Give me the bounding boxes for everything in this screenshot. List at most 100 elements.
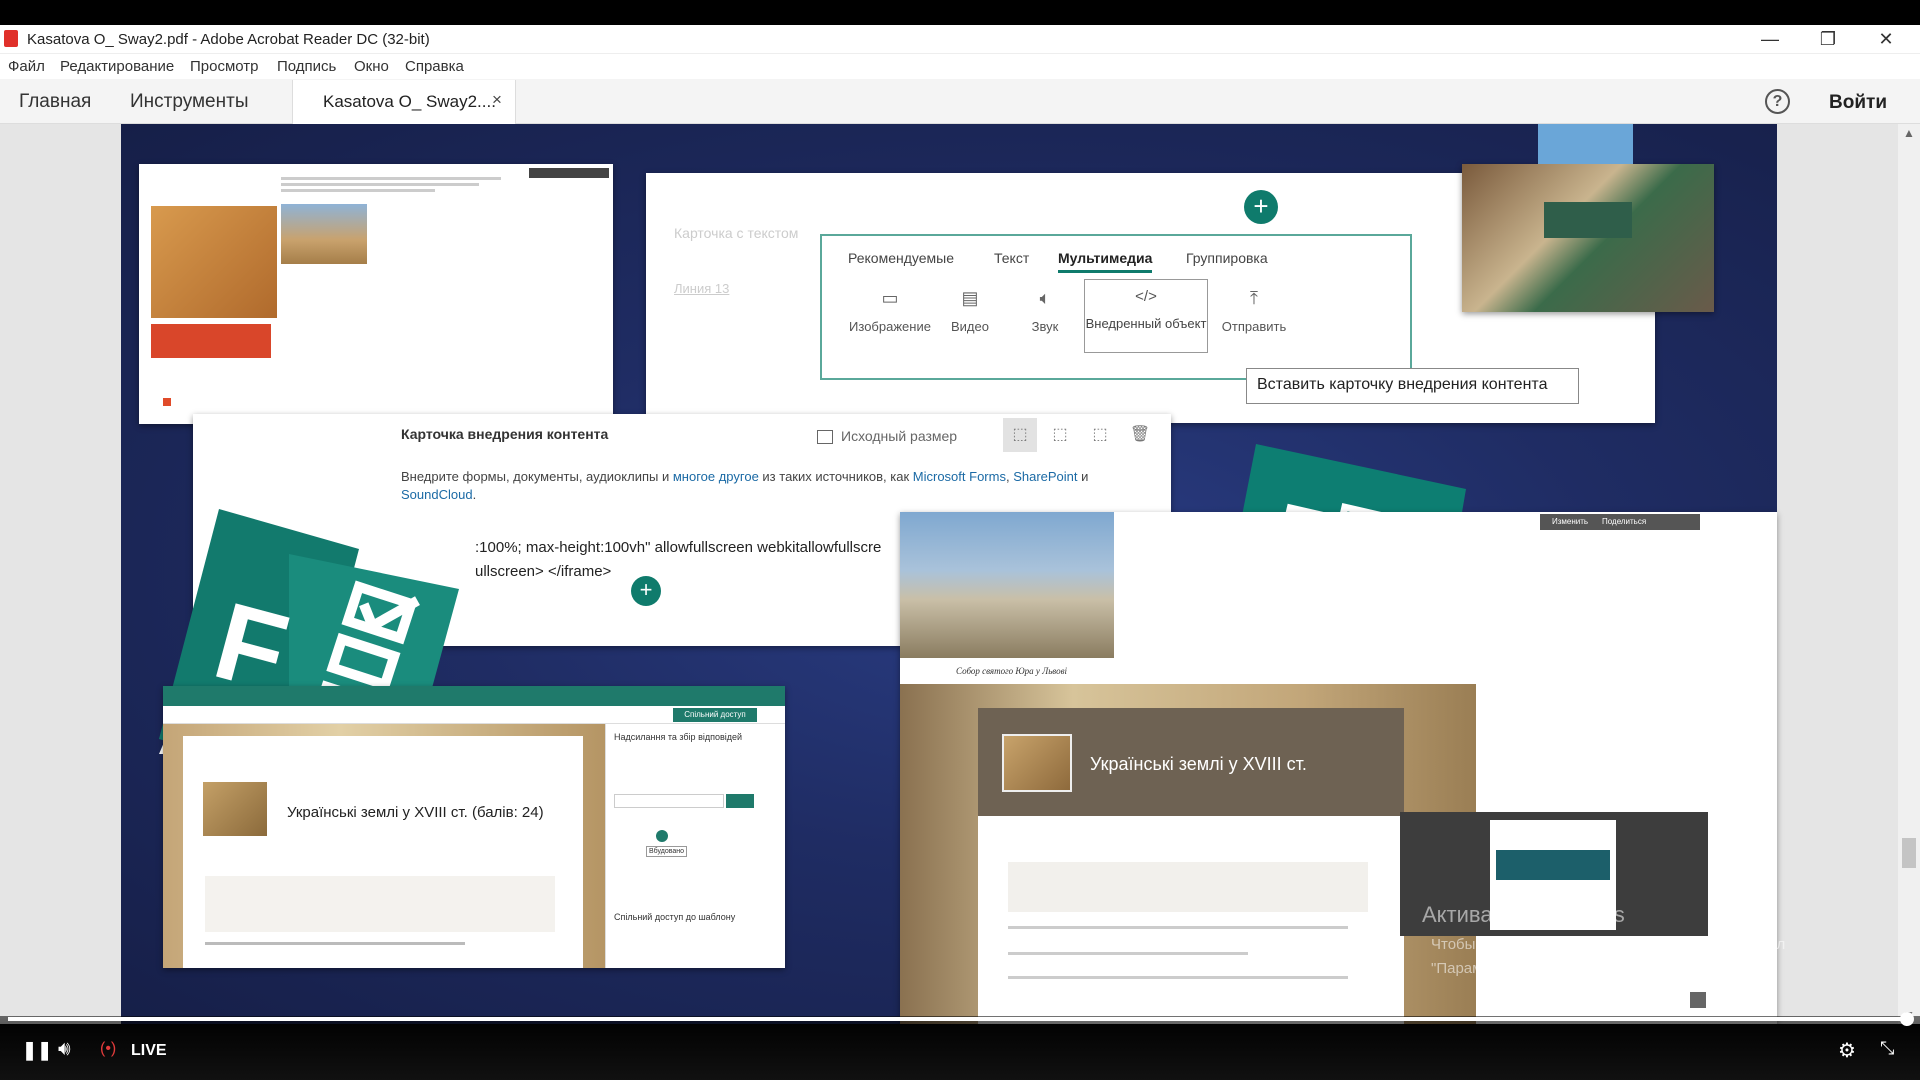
help-icon[interactable]: ? bbox=[1765, 89, 1790, 114]
desc-text-2: из таких источников, как bbox=[758, 469, 913, 484]
close-window-button[interactable]: ✕ bbox=[1858, 25, 1914, 54]
window-titlebar: Kasatova O_ Sway2.pdf - Adobe Acrobat Re… bbox=[0, 25, 1920, 54]
forms-heading-text: Українські землі у XVIII ст. bbox=[287, 804, 468, 821]
pyramids-image bbox=[281, 204, 367, 264]
pause-icon[interactable]: ❚❚ bbox=[22, 1040, 52, 1061]
menu-sign[interactable]: Подпись bbox=[277, 58, 336, 75]
forms-send-panel: Надсилання та збір відповідей Вбудовано … bbox=[605, 724, 785, 968]
insert-video-label: Видео bbox=[951, 319, 989, 334]
pdf-icon bbox=[4, 30, 18, 47]
answer-line-3 bbox=[1008, 976, 1348, 979]
minimize-button[interactable]: — bbox=[1742, 25, 1798, 54]
insert-upload-label: Отправить bbox=[1221, 319, 1287, 334]
tab-multimedia[interactable]: Мультимедиа bbox=[1058, 250, 1153, 273]
answer-line bbox=[205, 942, 465, 945]
close-tab-icon[interactable]: × bbox=[492, 90, 502, 110]
fit-icon[interactable]: ⬚ bbox=[1003, 418, 1037, 452]
copy-button[interactable] bbox=[726, 794, 754, 808]
scrollbar-thumb[interactable] bbox=[1902, 838, 1916, 868]
red-marker bbox=[163, 398, 171, 406]
cathedral-caption: Собор святого Юра у Львові bbox=[956, 666, 1068, 676]
tab-document[interactable]: Kasatova O_ Sway2.... × bbox=[292, 80, 516, 124]
login-button[interactable]: Войти bbox=[1829, 92, 1887, 114]
forms-heading: Українські землі у XVIII ст. (балів: 24) bbox=[287, 802, 577, 824]
forms-toolbar: Спільний доступ bbox=[163, 706, 785, 724]
insert-menu-box: Рекомендуемые Текст Мультимедиа Группиро… bbox=[820, 234, 1412, 380]
tooltip: Вставить карточку внедрения контента bbox=[1246, 368, 1579, 404]
window-title: Kasatova O_ Sway2.pdf - Adobe Acrobat Re… bbox=[27, 31, 430, 48]
video-control-bar bbox=[0, 1016, 1920, 1080]
classroom-photo bbox=[1462, 164, 1714, 312]
insert-video-button[interactable]: ▤ Видео bbox=[940, 288, 1000, 348]
original-size-button[interactable]: Исходный размер bbox=[817, 422, 989, 450]
top-black-strip bbox=[0, 0, 1920, 25]
insert-embed-button[interactable]: </> Внедренный объект bbox=[1084, 279, 1208, 353]
sway-title-banner: Українські землі у XVIII ст. bbox=[978, 708, 1404, 816]
embed-label: Вбудовано bbox=[646, 846, 688, 857]
trash-icon[interactable]: 🗑︎ bbox=[1125, 418, 1155, 452]
sharepoint-link[interactable]: SharePoint bbox=[1013, 469, 1077, 484]
exit-fullscreen-icon[interactable]: ⤡ bbox=[1880, 1038, 1894, 1059]
desc-and: и bbox=[1077, 469, 1089, 484]
answer-line-2 bbox=[1008, 952, 1248, 955]
document-tab-label: Kasatova O_ Sway2.... bbox=[323, 92, 496, 111]
tab-tools[interactable]: Инструменты bbox=[130, 91, 248, 113]
crop-icon[interactable]: ⬚ bbox=[1085, 418, 1115, 452]
settings-icon[interactable]: ⚙︎ bbox=[1838, 1038, 1856, 1063]
sway-egypt-card bbox=[139, 164, 613, 424]
egypt-fresco-image bbox=[151, 206, 277, 318]
tab-text[interactable]: Текст bbox=[994, 250, 1029, 266]
insert-sound-button[interactable]: 🔈︎ Звук bbox=[1020, 288, 1070, 348]
edit-button[interactable]: Изменить bbox=[1552, 517, 1588, 526]
scroll-up-icon[interactable]: ▲ bbox=[1903, 126, 1915, 140]
activation-watermark-line2: "Параметры". bbox=[1431, 960, 1526, 977]
code-line-1: :100%; max-height:100vh" allowfullscreen… bbox=[475, 539, 882, 556]
embed-code-icon[interactable] bbox=[656, 830, 668, 842]
menu-edit[interactable]: Редактирование bbox=[60, 58, 174, 75]
forms-question-panel: Українські землі у XVIII ст. (балів: 24) bbox=[183, 736, 583, 968]
sway-nav-icon[interactable] bbox=[1690, 992, 1706, 1008]
menu-window[interactable]: Окно bbox=[354, 58, 389, 75]
volume-icon[interactable]: 🔊︎ bbox=[58, 1038, 71, 1061]
blurred-card-sub: Линия 13 bbox=[674, 281, 730, 296]
forms-link[interactable]: Microsoft Forms bbox=[913, 469, 1006, 484]
tab-home[interactable]: Главная bbox=[19, 91, 91, 113]
more-link[interactable]: многое другое bbox=[673, 469, 759, 484]
fill-icon[interactable]: ⬚ bbox=[1045, 418, 1075, 452]
share-template-title: Спільний доступ до шаблону bbox=[614, 912, 736, 922]
soundcloud-link[interactable]: SoundCloud bbox=[401, 487, 473, 502]
desc-text: Внедрите формы, документы, аудиоклипы и bbox=[401, 469, 673, 484]
image-icon: ▭ bbox=[881, 288, 899, 308]
progress-knob[interactable] bbox=[1900, 1012, 1914, 1026]
vertical-scrollbar[interactable]: ▲ ▼ bbox=[1898, 124, 1920, 1024]
tab-recommended[interactable]: Рекомендуемые bbox=[848, 250, 954, 266]
insert-sound-label: Звук bbox=[1031, 319, 1059, 334]
insert-image-button[interactable]: ▭ Изображение bbox=[842, 288, 938, 348]
sway-toolbar: Изменить Поделиться bbox=[1540, 514, 1700, 530]
blurred-card-title: Карточка с текстом bbox=[674, 225, 799, 241]
menu-view[interactable]: Просмотр bbox=[190, 58, 259, 75]
embed-code-box[interactable]: :100%; max-height:100vh" allowfullscreen… bbox=[475, 536, 895, 584]
plus-icon[interactable]: + bbox=[1244, 190, 1278, 224]
embed-card-title: Карточка внедрения контента bbox=[401, 426, 609, 442]
insert-embed-label: Внедренный объект bbox=[1085, 316, 1207, 331]
forms-header bbox=[163, 686, 785, 706]
progress-bar[interactable] bbox=[8, 1012, 1914, 1026]
tab-grouping[interactable]: Группировка bbox=[1186, 250, 1268, 266]
restore-button[interactable]: ❐ bbox=[1800, 25, 1856, 54]
cathedral-photo bbox=[900, 512, 1114, 658]
sound-icon: 🔈︎ bbox=[1039, 288, 1051, 308]
share-button[interactable]: Спільний доступ bbox=[673, 708, 757, 722]
share-button[interactable]: Поделиться bbox=[1602, 517, 1646, 526]
forms-screenshot-card: Спільний доступ Українські землі у XVIII… bbox=[163, 686, 785, 968]
plus-icon[interactable]: + bbox=[631, 576, 661, 606]
insert-upload-button[interactable]: ⤒ Отправить bbox=[1214, 288, 1294, 348]
link-field[interactable] bbox=[614, 794, 724, 808]
map-thumbnail bbox=[1002, 734, 1072, 792]
menu-file[interactable]: Файл bbox=[8, 58, 45, 75]
mini-toolbar bbox=[529, 168, 609, 178]
blue-strip bbox=[1538, 124, 1633, 164]
menu-help[interactable]: Справка bbox=[405, 58, 464, 75]
insert-image-label: Изображение bbox=[849, 319, 931, 334]
forms-score: (балів: 24) bbox=[471, 804, 544, 821]
